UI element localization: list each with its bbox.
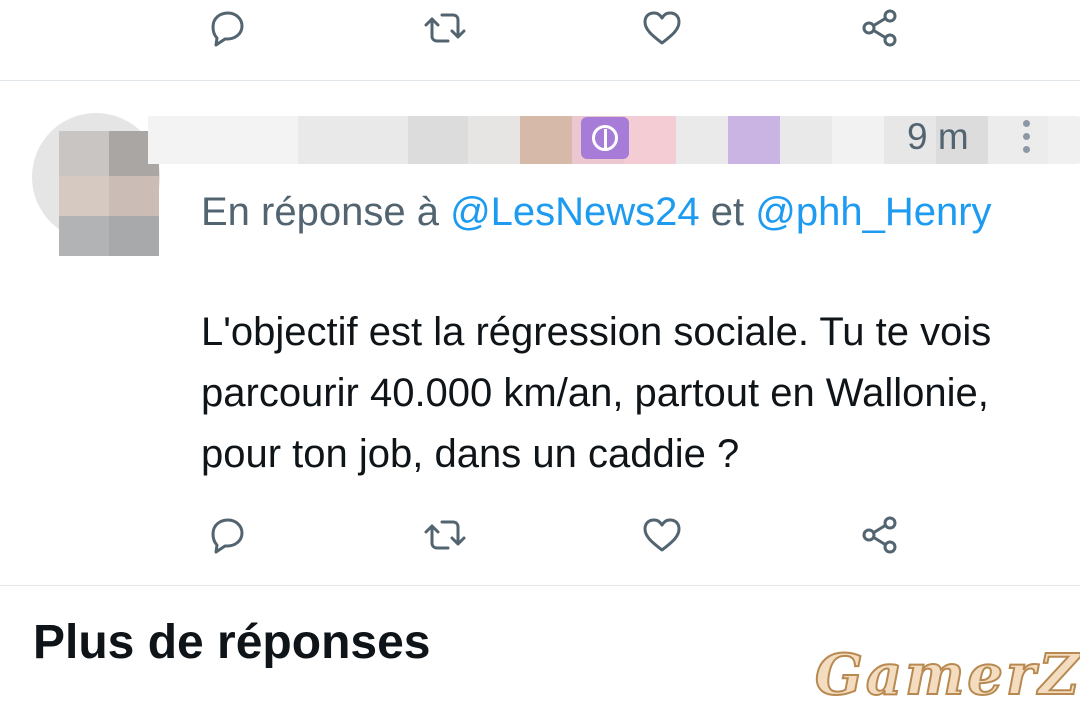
affiliation-badge-icon: [581, 117, 629, 159]
share-button[interactable]: [857, 5, 903, 51]
reply-joiner: et: [699, 190, 756, 234]
more-options-icon[interactable]: [1016, 118, 1036, 158]
tweet-action-bar: [0, 508, 1080, 568]
section-divider: [0, 585, 1080, 586]
mention-phh-henry[interactable]: @phh_Henry: [755, 190, 991, 234]
tweet-divider: [0, 80, 1080, 81]
retweet-icon: [424, 520, 466, 550]
retweet-button[interactable]: [422, 512, 468, 558]
reply-button[interactable]: [204, 5, 250, 51]
previous-tweet-action-bar: [0, 0, 1080, 60]
reply-button[interactable]: [204, 512, 250, 558]
tweet-text: L'objectif est la régression sociale. Tu…: [201, 310, 992, 476]
retweet-button[interactable]: [422, 5, 468, 51]
mention-lesnews24[interactable]: @LesNews24: [450, 190, 700, 234]
like-button[interactable]: [639, 5, 685, 51]
share-icon: [862, 9, 897, 47]
tweet-header: kaludel 9 m: [148, 112, 1080, 174]
reply-prefix: En réponse à: [201, 190, 451, 234]
watermark-logo: GamerZ: [814, 641, 1080, 709]
more-replies-heading: Plus de réponses: [33, 616, 431, 669]
reply-icon: [211, 518, 244, 554]
like-icon: [643, 11, 681, 45]
like-icon: [643, 518, 681, 552]
avatar[interactable]: [32, 113, 160, 256]
reply-context: En réponse à @LesNews24 et @phh_Henry: [201, 182, 1061, 243]
share-button[interactable]: [857, 512, 903, 558]
reply-icon: [211, 11, 244, 47]
retweet-icon: [424, 13, 466, 43]
tweet-timestamp[interactable]: 9 m: [907, 116, 969, 158]
share-icon: [862, 516, 897, 554]
like-button[interactable]: [639, 512, 685, 558]
avatar-pixelated-image: [59, 131, 159, 256]
